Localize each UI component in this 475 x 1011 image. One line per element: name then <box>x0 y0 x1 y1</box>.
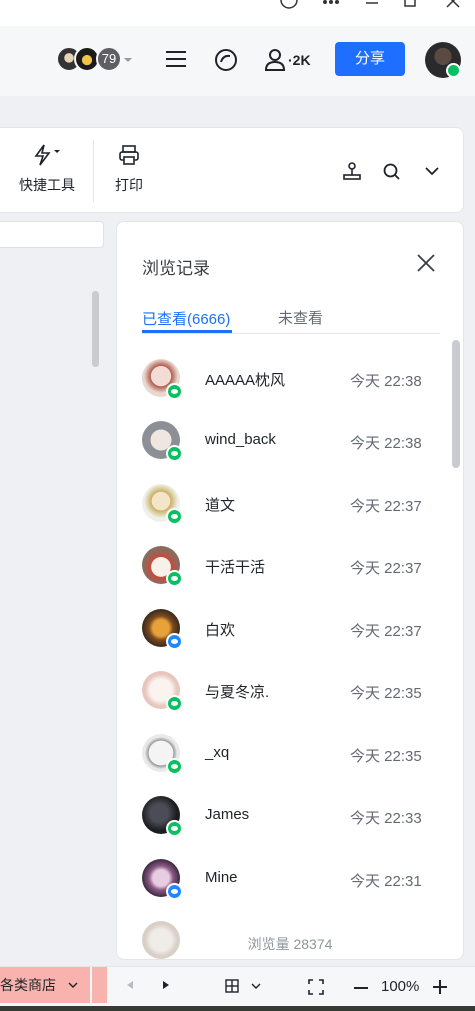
doc-header: 79 ·2K 分享 <box>0 26 475 96</box>
list-item[interactable]: James 今天 22:33 <box>142 796 442 837</box>
close-window-icon[interactable] <box>446 0 460 8</box>
wechat-badge-icon <box>166 383 183 400</box>
toolbar-divider <box>93 140 94 202</box>
view-count: 浏览量 28374 <box>247 936 333 952</box>
restore-icon[interactable] <box>404 0 418 8</box>
view-time: 今天 22:35 <box>350 748 422 765</box>
fullscreen-icon[interactable] <box>308 979 324 995</box>
grid-view-icon[interactable] <box>225 979 239 993</box>
view-time: 今天 22:31 <box>350 873 422 890</box>
zoom-out-icon[interactable] <box>354 986 368 990</box>
list-item[interactable]: _xq 今天 22:35 <box>142 734 442 775</box>
collaborator-count: 79 <box>96 46 122 72</box>
list-item[interactable]: 干活干活 今天 22:37 <box>142 546 442 587</box>
tab-divider <box>142 333 440 334</box>
zoom-in-icon[interactable] <box>433 980 447 994</box>
browse-history-panel: 浏览记录 已查看(6666) 未查看 AAAAA枕风 今天 22:38 wind… <box>116 221 464 960</box>
share-button[interactable]: 分享 <box>335 42 405 76</box>
qq-badge-icon <box>166 633 183 650</box>
vertical-scrollbar[interactable] <box>92 291 99 367</box>
printer-icon <box>119 145 139 165</box>
chevron-down-icon[interactable] <box>123 56 133 64</box>
panel-title: 浏览记录 <box>142 259 210 278</box>
print-label: 打印 <box>115 177 143 193</box>
list-item[interactable]: Mine 今天 22:31 <box>142 859 442 900</box>
user-icon[interactable] <box>264 49 286 71</box>
formula-input[interactable] <box>0 221 104 248</box>
user-count[interactable]: ·2K <box>288 52 311 68</box>
more-icon[interactable] <box>322 0 340 6</box>
toolbar: 快捷工具 打印 <box>0 127 464 213</box>
close-icon[interactable] <box>415 252 437 274</box>
menu-icon[interactable] <box>166 50 186 68</box>
view-time: 今天 22:38 <box>350 373 422 390</box>
list-item[interactable]: AAAAA枕风 今天 22:38 <box>142 359 442 400</box>
globe-icon[interactable] <box>279 0 299 10</box>
list-item[interactable]: wind_back 今天 22:38 <box>142 421 442 462</box>
sheet-tab[interactable]: 各类商店 <box>0 967 90 1003</box>
wechat-badge-icon <box>166 820 183 837</box>
wechat-badge-icon <box>166 445 183 462</box>
viewer-name: AAAAA枕风 <box>205 372 286 389</box>
viewer-name: James <box>205 806 250 823</box>
sheet-bar: 各类商店 100% <box>0 966 475 1006</box>
view-time: 今天 22:37 <box>350 498 422 515</box>
view-time: 今天 22:37 <box>350 623 422 640</box>
chevron-down-icon[interactable] <box>251 983 261 991</box>
viewer-name: 干活干活 <box>205 559 266 576</box>
view-time: 今天 22:33 <box>350 810 422 827</box>
prev-sheet-icon[interactable] <box>126 980 134 990</box>
viewer-name: _xq <box>205 744 230 761</box>
lightning-icon <box>34 144 60 166</box>
sheet-tab-label: 各类商店 <box>0 977 56 993</box>
tab-viewed[interactable]: 已查看(6666) <box>142 308 230 329</box>
view-time: 今天 22:38 <box>350 435 422 452</box>
minimize-icon[interactable] <box>366 0 378 6</box>
chevron-down-icon[interactable] <box>425 166 439 176</box>
wechat-badge-icon <box>166 508 183 525</box>
tab-unviewed[interactable]: 未查看 <box>278 307 323 328</box>
quick-tools-button[interactable]: 快捷工具 <box>15 144 79 195</box>
wechat-badge-icon <box>166 695 183 712</box>
wechat-badge-icon <box>166 570 183 587</box>
comment-icon[interactable] <box>214 48 238 72</box>
list-item[interactable]: 与夏冬凉. 今天 22:35 <box>142 671 442 712</box>
viewer-name: 与夏冬凉. <box>205 684 270 701</box>
wechat-badge-icon <box>166 758 183 775</box>
viewer-name: Mine <box>205 869 238 886</box>
chevron-down-icon <box>68 982 78 988</box>
search-icon[interactable] <box>383 163 401 181</box>
sheet-tab[interactable] <box>92 967 107 1003</box>
format-painter-icon[interactable] <box>342 161 362 181</box>
taskbar-edge <box>0 1006 475 1011</box>
wechat-badge-icon <box>446 63 461 78</box>
print-button[interactable]: 打印 <box>109 144 149 195</box>
panel-scrollbar[interactable] <box>452 340 460 468</box>
viewer-name: 道文 <box>205 497 236 514</box>
window-titlebar <box>0 0 475 26</box>
next-sheet-icon[interactable] <box>162 980 170 990</box>
quick-tools-label: 快捷工具 <box>19 177 75 193</box>
list-item[interactable]: 白欢 今天 22:37 <box>142 609 442 650</box>
list-item[interactable]: 道文 今天 22:37 <box>142 484 442 525</box>
view-time: 今天 22:37 <box>350 560 422 577</box>
qq-badge-icon <box>166 883 183 900</box>
viewer-name: wind_back <box>205 431 276 448</box>
view-time: 今天 22:35 <box>350 685 422 702</box>
zoom-level[interactable]: 100% <box>381 978 419 995</box>
viewer-name: 白欢 <box>205 622 236 639</box>
